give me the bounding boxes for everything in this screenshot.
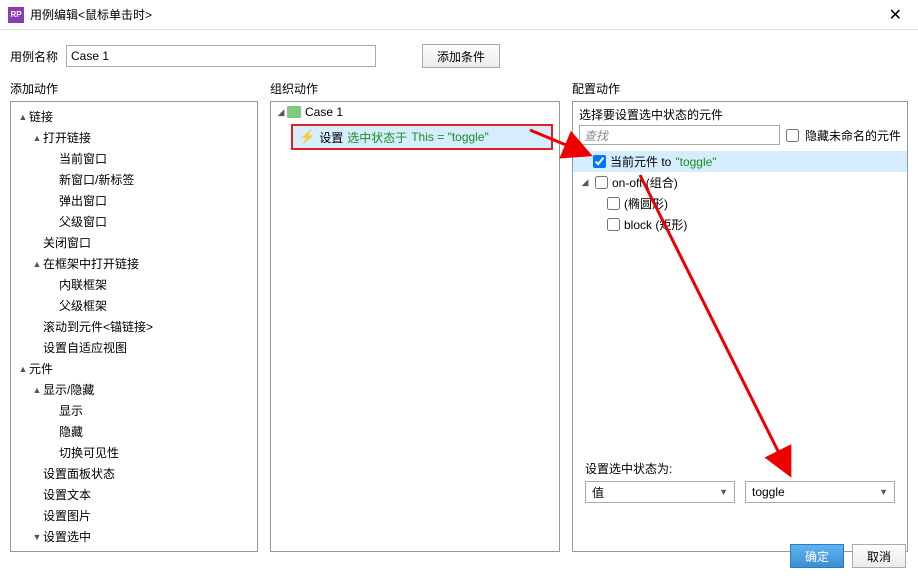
tree-scroll-anchor[interactable]: ▲滚动到元件<锚链接> [13,316,255,337]
action-suffix: This = "toggle" [411,130,489,144]
window-title: 用例编辑<鼠标单击时> [30,6,881,23]
tree-inline-frame[interactable]: ▲内联框架 [13,274,255,295]
tree-hide[interactable]: ▲隐藏 [13,421,255,442]
tree-show-hide[interactable]: ▲显示/隐藏 [13,379,255,400]
bolt-icon: ⚡ [299,129,315,145]
case-icon [287,106,301,118]
cfg-onoff-label: on-off (组合) [612,174,678,191]
tree-new-window[interactable]: ▲新窗口/新标签 [13,169,255,190]
set-state-label: 设置选中状态为: [585,460,895,477]
toggle-combo-text: toggle [752,485,785,499]
tree-show[interactable]: ▲显示 [13,400,255,421]
ok-button[interactable]: 确定 [790,544,844,568]
cfg-select-label: 选择要设置选中状态的元件 [579,106,901,123]
tree-set-selected[interactable]: ▼设置选中 [13,526,255,547]
tree-set-panel[interactable]: ▲设置面板状态 [13,463,255,484]
value-combo[interactable]: 值 ▼ [585,481,735,503]
cfg-onoff[interactable]: ◢ on-off (组合) [573,172,907,193]
cfg-current-prefix: 当前元件 to [610,153,671,170]
tree-adaptive[interactable]: ▲设置自适应视图 [13,337,255,358]
cfg-ellipse-checkbox[interactable] [607,197,620,210]
tree-open-link[interactable]: ▲打开链接 [13,127,255,148]
case-label: Case 1 [305,105,343,119]
cfg-current-widget[interactable]: 当前元件 to "toggle" [573,151,907,172]
cfg-ellipse-label: (椭圆形) [624,195,668,212]
cfg-ellipse[interactable]: (椭圆形) [573,193,907,214]
tree-set-text[interactable]: ▲设置文本 [13,484,255,505]
case-name-input[interactable] [66,45,376,67]
tree-close-window[interactable]: ▲关闭窗口 [13,232,255,253]
chevron-down-icon: ▼ [879,487,888,497]
cancel-button[interactable]: 取消 [852,544,906,568]
tree-link[interactable]: ▲链接 [13,106,255,127]
cfg-block-checkbox[interactable] [607,218,620,231]
hide-unnamed-label: 隐藏未命名的元件 [805,127,901,144]
case-row[interactable]: ◢ Case 1 [271,102,559,122]
tree-widgets[interactable]: ▲元件 [13,358,255,379]
hide-unnamed-checkbox[interactable] [786,129,799,142]
chevron-down-icon: ▼ [719,487,728,497]
org-action-panel: ◢ Case 1 ⚡ 设置 选中状态于 This = "toggle" [270,101,560,552]
close-button[interactable]: ✕ [881,5,910,25]
tree-parent-frame[interactable]: ▲父级框架 [13,295,255,316]
add-condition-button[interactable]: 添加条件 [422,44,500,68]
action-mid: 选中状态于 [347,129,407,146]
tree-current-window[interactable]: ▲当前窗口 [13,148,255,169]
tree-set-image[interactable]: ▲设置图片 [13,505,255,526]
cfg-action-label: 配置动作 [572,80,908,97]
tree-parent-window[interactable]: ▲父级窗口 [13,211,255,232]
org-action-label: 组织动作 [270,80,560,97]
search-input[interactable] [579,125,780,145]
toggle-combo[interactable]: toggle ▼ [745,481,895,503]
cfg-block-label: block (矩形) [624,216,687,233]
app-icon: RP [8,7,24,23]
cfg-block[interactable]: block (矩形) [573,214,907,235]
cfg-onoff-checkbox[interactable] [595,176,608,189]
tree-popup[interactable]: ▲弹出窗口 [13,190,255,211]
cfg-current-checkbox[interactable] [593,155,606,168]
action-set-selected[interactable]: ⚡ 设置 选中状态于 This = "toggle" [291,124,553,150]
add-action-panel: ▲链接 ▲打开链接 ▲当前窗口 ▲新窗口/新标签 ▲弹出窗口 ▲父级窗口 ▲关闭… [10,101,258,552]
action-prefix: 设置 [319,129,343,146]
tree-toggle-vis[interactable]: ▲切换可见性 [13,442,255,463]
tree-open-in-frame[interactable]: ▲在框架中打开链接 [13,253,255,274]
add-action-label: 添加动作 [10,80,258,97]
cfg-current-value: "toggle" [675,155,716,169]
case-name-label: 用例名称 [10,48,58,65]
value-combo-text: 值 [592,484,604,501]
cfg-action-panel: 选择要设置选中状态的元件 隐藏未命名的元件 当前元件 to "toggle" ◢… [572,101,908,552]
